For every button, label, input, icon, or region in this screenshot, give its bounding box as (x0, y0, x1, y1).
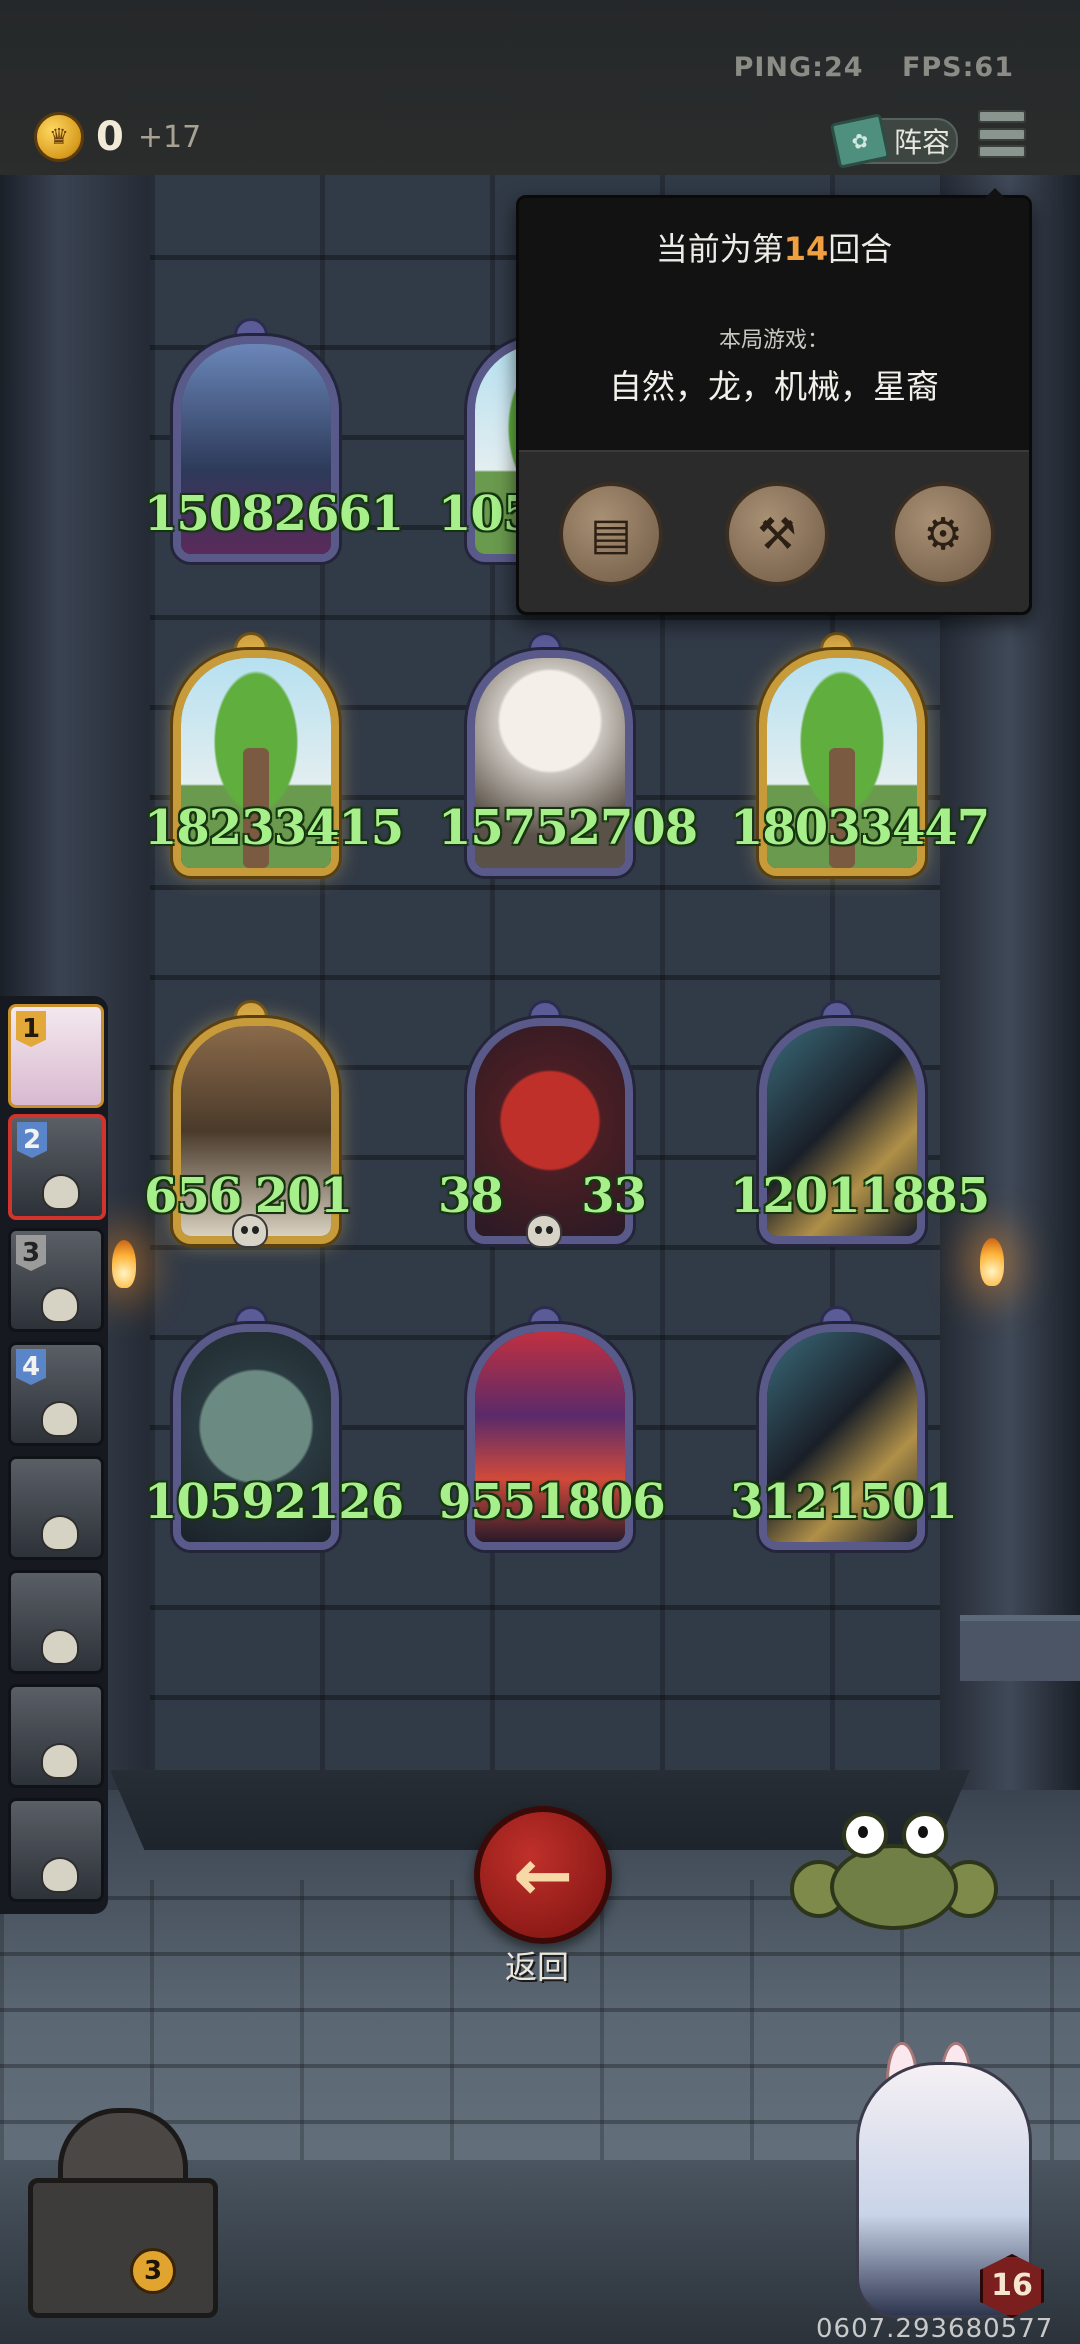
treasure-chest-button[interactable]: 3 (18, 2098, 218, 2318)
skull-icon (41, 1857, 79, 1893)
attack-value: 312 (730, 1474, 828, 1530)
network-status: PING:24 FPS:61 (706, 52, 1014, 83)
rank-badge: 3 (16, 1235, 46, 1271)
gear-icon: ⚙ (923, 508, 963, 560)
player-slot[interactable] (8, 1570, 104, 1674)
popup-button-bar: ▤ ⚒ ⚙ (519, 450, 1029, 612)
settings-button[interactable]: ⚙ (891, 482, 995, 586)
skull-icon (41, 1515, 79, 1551)
lineup-label: 阵容 (894, 126, 951, 159)
player-slot[interactable]: 4 (8, 1342, 104, 1446)
minion-stats: 1059 2126 (144, 1474, 404, 1530)
skull-icon (41, 1287, 79, 1323)
round-info-popup: 当前为第14回合 本局游戏： 自然，龙，机械，星裔 ▤ ⚒ ⚙ (516, 188, 1032, 615)
attack-value: 1508 (144, 486, 275, 542)
attack-value: 955 (438, 1474, 536, 1530)
attack-value: 1575 (438, 800, 569, 856)
round-prefix: 当前为第 (655, 230, 784, 268)
gold-display: ♛ 0 +17 (34, 112, 201, 162)
minion-stats: 1575 2708 (438, 800, 698, 856)
health-value: 201 (254, 1168, 353, 1224)
minion-stats: 1823 3415 (144, 800, 404, 856)
coin-icon: ♛ (34, 112, 84, 162)
arrow-left-icon: ← (512, 1833, 574, 1917)
menu-line-icon (978, 110, 1026, 123)
menu-line-icon (978, 145, 1026, 158)
health-value: 33 (581, 1168, 647, 1224)
torch-flame-icon (980, 1238, 1004, 1286)
hero-avatar[interactable]: 16 (836, 2042, 1046, 2322)
health-value: 3447 (859, 800, 991, 856)
minion-stats: 1508 2661 (144, 486, 404, 542)
player-slot[interactable] (8, 1456, 104, 1560)
crab-eye (842, 1812, 888, 1858)
health-value: 1885 (859, 1168, 991, 1224)
attack-value: 1803 (730, 800, 861, 856)
health-value: 2708 (567, 800, 699, 856)
rank-badge: 2 (17, 1122, 47, 1158)
minion-stats: 1803 3447 (730, 800, 990, 856)
gold-income: +17 (137, 119, 202, 155)
top-bar: PING:24 FPS:61 ♛ 0 +17 ✿ 阵容 (0, 0, 1080, 179)
health-value: 1501 (827, 1474, 958, 1530)
chest-count-badge: 3 (130, 2248, 176, 2294)
skull-icon (526, 1214, 562, 1248)
player-list: 1 2 3 4 (0, 996, 108, 1914)
game-races: 自然，龙，机械，星裔 (609, 367, 939, 406)
attack-value: 1201 (730, 1168, 861, 1224)
book-icon: ✿ (829, 113, 891, 169)
health-value: 2126 (273, 1474, 405, 1530)
health-value: 1806 (535, 1474, 666, 1530)
skull-icon (41, 1743, 79, 1779)
rank-badge: 4 (16, 1349, 46, 1385)
codex-book-icon: ▤ (590, 508, 632, 560)
gold-value: 0 (96, 114, 124, 160)
player-slot[interactable] (8, 1684, 104, 1788)
player-slot[interactable]: 2 (8, 1114, 106, 1220)
health-value: 2661 (273, 486, 405, 542)
torch-flame-icon (112, 1240, 136, 1288)
minion-stats: 1201 1885 (730, 1168, 990, 1224)
player-slot[interactable]: 3 (8, 1228, 104, 1332)
surrender-button[interactable]: ⚒ (725, 482, 829, 586)
rank-badge: 1 (16, 1011, 46, 1047)
axe-icon: ⚒ (757, 508, 797, 560)
codex-button[interactable]: ▤ (559, 482, 663, 586)
crab-pet[interactable] (790, 1812, 998, 1930)
chest-box (28, 2178, 218, 2318)
menu-button[interactable] (978, 110, 1026, 158)
player-slot[interactable]: 1 (8, 1004, 104, 1108)
skull-icon (41, 1629, 79, 1665)
skull-icon (42, 1174, 80, 1210)
skull-icon (41, 1401, 79, 1437)
minion-stats: 312 1501 (730, 1474, 958, 1530)
attack-value: 38 (438, 1168, 504, 1224)
health-value: 3415 (273, 800, 405, 856)
crab-eye (902, 1812, 948, 1858)
attack-value: 1823 (144, 800, 275, 856)
attack-value: 656 (144, 1168, 242, 1224)
round-title: 当前为第14回合 (519, 224, 1029, 270)
attack-value: 1059 (144, 1474, 275, 1530)
player-slot[interactable] (8, 1798, 104, 1902)
user-id: 0607.293680577 (816, 2314, 1054, 2344)
crab-body (830, 1844, 958, 1930)
back-button[interactable]: ← (474, 1806, 612, 1944)
lineup-button[interactable]: ✿ 阵容 (829, 113, 958, 169)
fps-text: FPS:61 (901, 52, 1014, 83)
minion-stats: 955 1806 (438, 1474, 666, 1530)
menu-line-icon (978, 127, 1026, 141)
round-suffix: 回合 (828, 230, 893, 268)
round-number: 14 (783, 230, 829, 268)
skull-icon (232, 1214, 268, 1248)
game-races-label: 本局游戏： (718, 328, 829, 353)
ping-text: PING:24 (733, 52, 864, 83)
back-label: 返回 (504, 1948, 569, 1986)
